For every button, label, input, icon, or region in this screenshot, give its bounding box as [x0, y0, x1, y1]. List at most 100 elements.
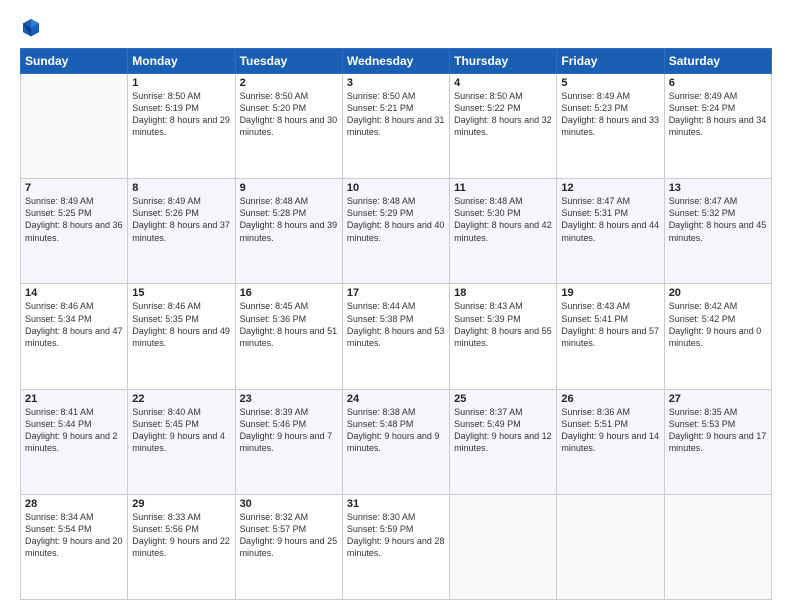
calendar-week-4: 21 Sunrise: 8:41 AMSunset: 5:44 PMDaylig…	[21, 389, 772, 494]
calendar-cell: 14 Sunrise: 8:46 AMSunset: 5:34 PMDaylig…	[21, 284, 128, 389]
calendar-cell: 21 Sunrise: 8:41 AMSunset: 5:44 PMDaylig…	[21, 389, 128, 494]
calendar-header-row: SundayMondayTuesdayWednesdayThursdayFrid…	[21, 49, 772, 74]
calendar-cell: 9 Sunrise: 8:48 AMSunset: 5:28 PMDayligh…	[235, 179, 342, 284]
calendar-body: 1 Sunrise: 8:50 AMSunset: 5:19 PMDayligh…	[21, 74, 772, 600]
weekday-header-tuesday: Tuesday	[235, 49, 342, 74]
day-number: 24	[347, 393, 445, 405]
calendar-cell: 24 Sunrise: 8:38 AMSunset: 5:48 PMDaylig…	[342, 389, 449, 494]
calendar-cell: 8 Sunrise: 8:49 AMSunset: 5:26 PMDayligh…	[128, 179, 235, 284]
day-number: 6	[669, 77, 767, 89]
weekday-header-friday: Friday	[557, 49, 664, 74]
day-number: 20	[669, 287, 767, 299]
calendar-cell: 3 Sunrise: 8:50 AMSunset: 5:21 PMDayligh…	[342, 74, 449, 179]
day-number: 8	[132, 182, 230, 194]
cell-info: Sunrise: 8:50 AMSunset: 5:22 PMDaylight:…	[454, 90, 552, 139]
cell-info: Sunrise: 8:42 AMSunset: 5:42 PMDaylight:…	[669, 300, 767, 349]
calendar-cell: 26 Sunrise: 8:36 AMSunset: 5:51 PMDaylig…	[557, 389, 664, 494]
calendar-cell: 17 Sunrise: 8:44 AMSunset: 5:38 PMDaylig…	[342, 284, 449, 389]
day-number: 11	[454, 182, 552, 194]
cell-info: Sunrise: 8:50 AMSunset: 5:21 PMDaylight:…	[347, 90, 445, 139]
day-number: 1	[132, 77, 230, 89]
cell-info: Sunrise: 8:41 AMSunset: 5:44 PMDaylight:…	[25, 406, 123, 455]
calendar-cell: 16 Sunrise: 8:45 AMSunset: 5:36 PMDaylig…	[235, 284, 342, 389]
cell-info: Sunrise: 8:49 AMSunset: 5:24 PMDaylight:…	[669, 90, 767, 139]
calendar-cell: 18 Sunrise: 8:43 AMSunset: 5:39 PMDaylig…	[450, 284, 557, 389]
page-header	[20, 16, 772, 38]
calendar-cell: 7 Sunrise: 8:49 AMSunset: 5:25 PMDayligh…	[21, 179, 128, 284]
calendar-cell: 2 Sunrise: 8:50 AMSunset: 5:20 PMDayligh…	[235, 74, 342, 179]
cell-info: Sunrise: 8:43 AMSunset: 5:41 PMDaylight:…	[561, 300, 659, 349]
calendar-cell	[21, 74, 128, 179]
day-number: 22	[132, 393, 230, 405]
day-number: 23	[240, 393, 338, 405]
day-number: 5	[561, 77, 659, 89]
day-number: 31	[347, 498, 445, 510]
day-number: 25	[454, 393, 552, 405]
day-number: 14	[25, 287, 123, 299]
cell-info: Sunrise: 8:47 AMSunset: 5:31 PMDaylight:…	[561, 195, 659, 244]
day-number: 30	[240, 498, 338, 510]
cell-info: Sunrise: 8:34 AMSunset: 5:54 PMDaylight:…	[25, 511, 123, 560]
cell-info: Sunrise: 8:39 AMSunset: 5:46 PMDaylight:…	[240, 406, 338, 455]
calendar-week-5: 28 Sunrise: 8:34 AMSunset: 5:54 PMDaylig…	[21, 494, 772, 599]
calendar-week-3: 14 Sunrise: 8:46 AMSunset: 5:34 PMDaylig…	[21, 284, 772, 389]
weekday-header-sunday: Sunday	[21, 49, 128, 74]
cell-info: Sunrise: 8:49 AMSunset: 5:26 PMDaylight:…	[132, 195, 230, 244]
day-number: 17	[347, 287, 445, 299]
calendar-cell: 5 Sunrise: 8:49 AMSunset: 5:23 PMDayligh…	[557, 74, 664, 179]
calendar-week-2: 7 Sunrise: 8:49 AMSunset: 5:25 PMDayligh…	[21, 179, 772, 284]
calendar-cell: 27 Sunrise: 8:35 AMSunset: 5:53 PMDaylig…	[664, 389, 771, 494]
logo	[20, 16, 44, 38]
cell-info: Sunrise: 8:45 AMSunset: 5:36 PMDaylight:…	[240, 300, 338, 349]
calendar-cell: 12 Sunrise: 8:47 AMSunset: 5:31 PMDaylig…	[557, 179, 664, 284]
calendar-week-1: 1 Sunrise: 8:50 AMSunset: 5:19 PMDayligh…	[21, 74, 772, 179]
calendar-cell: 13 Sunrise: 8:47 AMSunset: 5:32 PMDaylig…	[664, 179, 771, 284]
day-number: 12	[561, 182, 659, 194]
calendar-cell: 20 Sunrise: 8:42 AMSunset: 5:42 PMDaylig…	[664, 284, 771, 389]
cell-info: Sunrise: 8:49 AMSunset: 5:23 PMDaylight:…	[561, 90, 659, 139]
cell-info: Sunrise: 8:32 AMSunset: 5:57 PMDaylight:…	[240, 511, 338, 560]
logo-icon	[20, 16, 42, 38]
calendar-cell: 4 Sunrise: 8:50 AMSunset: 5:22 PMDayligh…	[450, 74, 557, 179]
calendar-cell: 11 Sunrise: 8:48 AMSunset: 5:30 PMDaylig…	[450, 179, 557, 284]
day-number: 3	[347, 77, 445, 89]
weekday-header-thursday: Thursday	[450, 49, 557, 74]
day-number: 13	[669, 182, 767, 194]
cell-info: Sunrise: 8:35 AMSunset: 5:53 PMDaylight:…	[669, 406, 767, 455]
weekday-header-wednesday: Wednesday	[342, 49, 449, 74]
calendar-cell: 31 Sunrise: 8:30 AMSunset: 5:59 PMDaylig…	[342, 494, 449, 599]
cell-info: Sunrise: 8:46 AMSunset: 5:34 PMDaylight:…	[25, 300, 123, 349]
calendar-cell	[664, 494, 771, 599]
calendar-cell: 25 Sunrise: 8:37 AMSunset: 5:49 PMDaylig…	[450, 389, 557, 494]
calendar-cell	[557, 494, 664, 599]
day-number: 27	[669, 393, 767, 405]
calendar-cell: 23 Sunrise: 8:39 AMSunset: 5:46 PMDaylig…	[235, 389, 342, 494]
calendar-cell: 6 Sunrise: 8:49 AMSunset: 5:24 PMDayligh…	[664, 74, 771, 179]
calendar-cell: 1 Sunrise: 8:50 AMSunset: 5:19 PMDayligh…	[128, 74, 235, 179]
day-number: 2	[240, 77, 338, 89]
day-number: 4	[454, 77, 552, 89]
cell-info: Sunrise: 8:48 AMSunset: 5:29 PMDaylight:…	[347, 195, 445, 244]
cell-info: Sunrise: 8:43 AMSunset: 5:39 PMDaylight:…	[454, 300, 552, 349]
cell-info: Sunrise: 8:40 AMSunset: 5:45 PMDaylight:…	[132, 406, 230, 455]
cell-info: Sunrise: 8:50 AMSunset: 5:20 PMDaylight:…	[240, 90, 338, 139]
day-number: 28	[25, 498, 123, 510]
cell-info: Sunrise: 8:49 AMSunset: 5:25 PMDaylight:…	[25, 195, 123, 244]
day-number: 15	[132, 287, 230, 299]
day-number: 26	[561, 393, 659, 405]
cell-info: Sunrise: 8:50 AMSunset: 5:19 PMDaylight:…	[132, 90, 230, 139]
day-number: 19	[561, 287, 659, 299]
day-number: 10	[347, 182, 445, 194]
day-number: 29	[132, 498, 230, 510]
calendar-cell: 30 Sunrise: 8:32 AMSunset: 5:57 PMDaylig…	[235, 494, 342, 599]
calendar-cell: 15 Sunrise: 8:46 AMSunset: 5:35 PMDaylig…	[128, 284, 235, 389]
cell-info: Sunrise: 8:46 AMSunset: 5:35 PMDaylight:…	[132, 300, 230, 349]
cell-info: Sunrise: 8:48 AMSunset: 5:30 PMDaylight:…	[454, 195, 552, 244]
cell-info: Sunrise: 8:38 AMSunset: 5:48 PMDaylight:…	[347, 406, 445, 455]
day-number: 9	[240, 182, 338, 194]
cell-info: Sunrise: 8:47 AMSunset: 5:32 PMDaylight:…	[669, 195, 767, 244]
weekday-header-saturday: Saturday	[664, 49, 771, 74]
cell-info: Sunrise: 8:44 AMSunset: 5:38 PMDaylight:…	[347, 300, 445, 349]
weekday-header-monday: Monday	[128, 49, 235, 74]
calendar-cell	[450, 494, 557, 599]
